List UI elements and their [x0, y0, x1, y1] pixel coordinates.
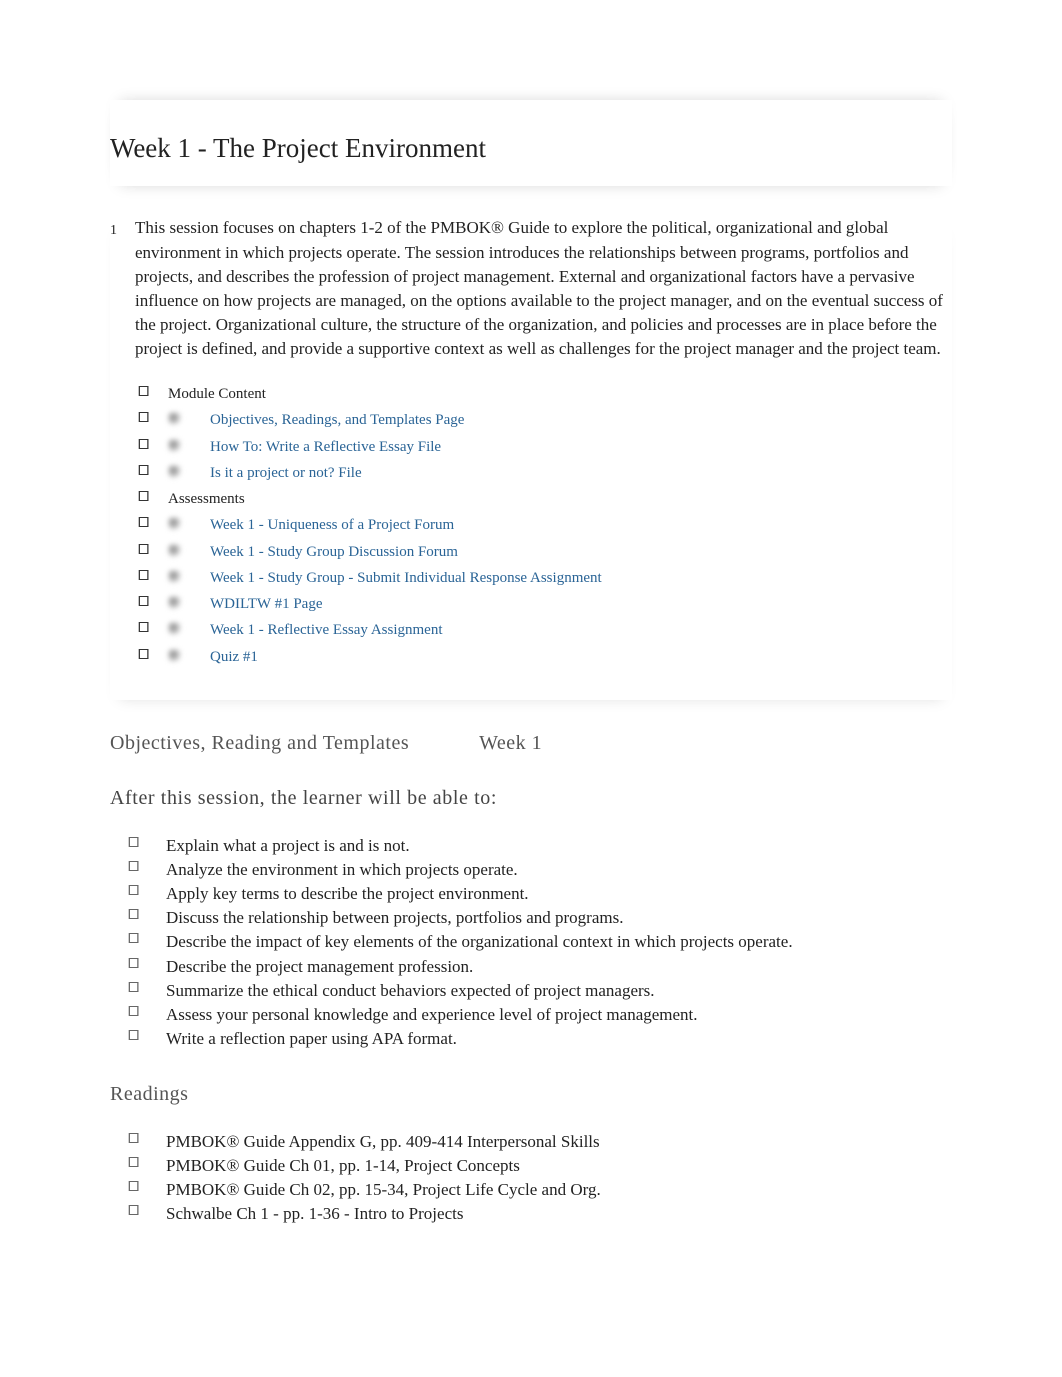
- objective-item: 🞐 Explain what a project is and is not.: [128, 834, 952, 858]
- reading-text: PMBOK® Guide Ch 01, pp. 1-14, Project Co…: [166, 1154, 520, 1178]
- objective-text: Describe the project management professi…: [166, 955, 473, 979]
- bullet-icon: 🞐: [128, 930, 138, 954]
- bullet-icon: 🞐: [128, 1003, 138, 1027]
- bullet-icon: 🞐: [138, 463, 148, 482]
- bullet-icon: 🞐: [138, 594, 148, 613]
- module-link-wdiltw[interactable]: WDILTW #1 Page: [210, 594, 322, 614]
- bullet-icon: 🞐: [138, 620, 148, 639]
- module-link-quiz[interactable]: Quiz #1: [210, 647, 258, 667]
- module-link-essay[interactable]: Week 1 - Reflective Essay Assignment: [210, 620, 443, 640]
- week-label: Week 1: [479, 730, 542, 757]
- assessments-header-row: 🞐 Assessments: [138, 486, 952, 512]
- readings-heading: Readings: [110, 1081, 952, 1108]
- forum-icon: [168, 517, 182, 531]
- page-icon: [168, 596, 182, 610]
- file-icon: [168, 412, 182, 426]
- module-content-header-row: 🞐 Module Content: [138, 381, 952, 407]
- module-link-isproject[interactable]: Is it a project or not? File: [210, 463, 362, 483]
- quiz-icon: [168, 649, 182, 663]
- bullet-icon: 🞐: [128, 1154, 138, 1178]
- objective-item: 🞐 Describe the impact of key elements of …: [128, 930, 952, 954]
- week-section: 1 This session focuses on chapters 1-2 o…: [110, 216, 952, 700]
- intro-paragraph: This session focuses on chapters 1-2 of …: [135, 216, 952, 361]
- reading-item: 🞐 Schwalbe Ch 1 - pp. 1-36 - Intro to Pro…: [128, 1202, 952, 1226]
- reading-text: PMBOK® Guide Ch 02, pp. 15-34, Project L…: [166, 1178, 601, 1202]
- bullet-icon: 🞐: [128, 1027, 138, 1051]
- module-link-submit[interactable]: Week 1 - Study Group - Submit Individual…: [210, 568, 602, 588]
- objective-item: 🞐 Apply key terms to describe the project…: [128, 882, 952, 906]
- bullet-icon: 🞐: [128, 1202, 138, 1226]
- bullet-icon: 🞐: [138, 489, 148, 508]
- assessments-header: Assessments: [168, 489, 245, 509]
- assignment-icon: [168, 622, 182, 636]
- page-title: Week 1 - The Project Environment: [110, 130, 952, 166]
- list-item: 🞐 WDILTW #1 Page: [138, 591, 952, 617]
- list-item: 🞐 Is it a project or not? File: [138, 460, 952, 486]
- objectives-heading-row: Objectives, Reading and Templates Week 1: [110, 730, 952, 757]
- bullet-icon: 🞐: [138, 515, 148, 534]
- objective-item: 🞐 Assess your personal knowledge and expe…: [128, 1003, 952, 1027]
- objective-text: Discuss the relationship between project…: [166, 906, 623, 930]
- bullet-icon: 🞐: [138, 542, 148, 561]
- objective-text: Analyze the environment in which project…: [166, 858, 518, 882]
- bullet-icon: 🞐: [138, 384, 148, 403]
- bullet-icon: 🞐: [128, 834, 138, 858]
- bullet-icon: 🞐: [138, 437, 148, 456]
- reading-text: Schwalbe Ch 1 - pp. 1-36 - Intro to Proj…: [166, 1202, 463, 1226]
- objective-text: Describe the impact of key elements of t…: [166, 930, 793, 954]
- file-icon: [168, 439, 182, 453]
- bullet-icon: 🞐: [128, 955, 138, 979]
- list-item: 🞐 Week 1 - Reflective Essay Assignment: [138, 617, 952, 643]
- objective-item: 🞐 Summarize the ethical conduct behaviors…: [128, 979, 952, 1003]
- bullet-icon: 🞐: [138, 410, 148, 429]
- title-block: Week 1 - The Project Environment: [110, 100, 952, 186]
- module-content-header: Module Content: [168, 384, 266, 404]
- bullet-icon: 🞐: [138, 568, 148, 587]
- forum-icon: [168, 544, 182, 558]
- bullet-icon: 🞐: [128, 858, 138, 882]
- objective-item: 🞐 Discuss the relationship between projec…: [128, 906, 952, 930]
- module-link-howto[interactable]: How To: Write a Reflective Essay File: [210, 437, 441, 457]
- bullet-icon: 🞐: [128, 882, 138, 906]
- assignment-icon: [168, 570, 182, 584]
- section-number: 1: [110, 216, 117, 241]
- bullet-icon: 🞐: [128, 1178, 138, 1202]
- objective-text: Assess your personal knowledge and exper…: [166, 1003, 698, 1027]
- file-icon: [168, 465, 182, 479]
- objective-text: Explain what a project is and is not.: [166, 834, 410, 858]
- reading-text: PMBOK® Guide Appendix G, pp. 409-414 Int…: [166, 1130, 600, 1154]
- objective-item: 🞐 Describe the project management profess…: [128, 955, 952, 979]
- objectives-subtitle: After this session, the learner will be …: [110, 785, 952, 812]
- list-item: 🞐 Week 1 - Study Group - Submit Individu…: [138, 565, 952, 591]
- objective-item: 🞐 Analyze the environment in which projec…: [128, 858, 952, 882]
- list-item: 🞐 Objectives, Readings, and Templates Pa…: [138, 407, 952, 433]
- list-item: 🞐 Quiz #1: [138, 644, 952, 670]
- bullet-icon: 🞐: [128, 979, 138, 1003]
- list-item: 🞐 Week 1 - Uniqueness of a Project Forum: [138, 512, 952, 538]
- objective-item: 🞐 Write a reflection paper using APA form…: [128, 1027, 952, 1051]
- bullet-icon: 🞐: [128, 906, 138, 930]
- readings-list: 🞐 PMBOK® Guide Appendix G, pp. 409-414 In…: [128, 1130, 952, 1227]
- module-link-objectives[interactable]: Objectives, Readings, and Templates Page: [210, 410, 464, 430]
- module-link-uniqueness[interactable]: Week 1 - Uniqueness of a Project Forum: [210, 515, 454, 535]
- intro-row: 1 This session focuses on chapters 1-2 o…: [110, 216, 952, 361]
- list-item: 🞐 Week 1 - Study Group Discussion Forum: [138, 539, 952, 565]
- bullet-icon: 🞐: [138, 647, 148, 666]
- objective-text: Apply key terms to describe the project …: [166, 882, 529, 906]
- objectives-list: 🞐 Explain what a project is and is not. 🞐…: [128, 834, 952, 1051]
- list-item: 🞐 How To: Write a Reflective Essay File: [138, 434, 952, 460]
- reading-item: 🞐 PMBOK® Guide Ch 01, pp. 1-14, Project C…: [128, 1154, 952, 1178]
- module-link-studygroup[interactable]: Week 1 - Study Group Discussion Forum: [210, 542, 458, 562]
- reading-item: 🞐 PMBOK® Guide Appendix G, pp. 409-414 In…: [128, 1130, 952, 1154]
- reading-item: 🞐 PMBOK® Guide Ch 02, pp. 15-34, Project …: [128, 1178, 952, 1202]
- bullet-icon: 🞐: [128, 1130, 138, 1154]
- objectives-heading: Objectives, Reading and Templates: [110, 730, 409, 757]
- module-list: 🞐 Module Content 🞐 Objectives, Readings,…: [138, 381, 952, 670]
- objective-text: Summarize the ethical conduct behaviors …: [166, 979, 655, 1003]
- objective-text: Write a reflection paper using APA forma…: [166, 1027, 457, 1051]
